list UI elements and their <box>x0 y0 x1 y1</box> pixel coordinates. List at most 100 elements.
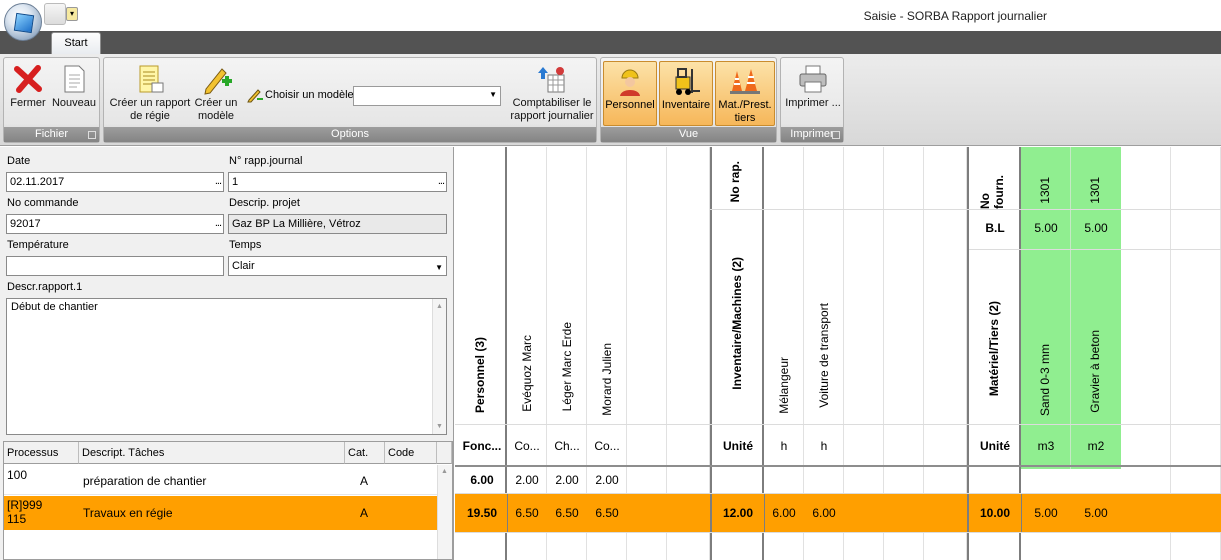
commande-field[interactable]: 92017 ... <box>6 214 224 234</box>
creer-modele-button[interactable]: Créer un modèle <box>194 60 238 128</box>
col-header-code[interactable]: Code <box>385 442 437 464</box>
inventaire-name: Mélangeur <box>777 357 791 414</box>
inventaire-unit: h <box>780 439 788 453</box>
header-bottom-rule <box>455 465 1221 467</box>
ellipsis-button[interactable]: ... <box>438 173 445 189</box>
commande-label: No commande <box>7 197 79 209</box>
comptabiliser-label: Comptabiliser le rapport journalier <box>510 97 594 122</box>
materiel-name: Sand 0-3 mm <box>1038 344 1052 417</box>
inventaire-row2-value[interactable]: 6.00 <box>804 506 844 520</box>
inventaire-view-button[interactable]: Inventaire <box>659 61 713 126</box>
col-header-cat[interactable]: Cat. <box>345 442 385 464</box>
descr-rapport-label: Descr.rapport.1 <box>7 281 83 293</box>
modele-select[interactable]: ▼ <box>353 86 501 106</box>
creer-rapport-label: Créer un rapport de régie <box>109 97 191 122</box>
personnel-row2-value[interactable]: 6.50 <box>587 506 627 520</box>
memo-scrollbar[interactable]: ▲ ▼ <box>432 299 446 434</box>
commande-value: 92017 <box>10 218 41 230</box>
personnel-row1-value[interactable]: 2.00 <box>587 473 627 487</box>
dialog-launcher-icon[interactable] <box>832 131 840 139</box>
cube-icon <box>13 12 35 34</box>
personnel-unit: Co... <box>594 439 620 453</box>
divider <box>710 209 1221 210</box>
descr-rapport-textarea[interactable]: Début de chantier ▲ ▼ <box>6 298 447 435</box>
projet-value: Gaz BP La Millière, Vétroz <box>232 218 361 230</box>
fermer-label: Fermer <box>10 97 46 109</box>
temps-value: Clair <box>232 260 255 272</box>
report-icon <box>134 63 166 95</box>
personnel-row1-value[interactable]: 2.00 <box>547 473 587 487</box>
personnel-unit: Ch... <box>554 439 580 453</box>
fournisseur-no: 1301 <box>1088 177 1102 204</box>
template-pencil-icon <box>247 87 263 103</box>
ellipsis-button[interactable]: ... <box>215 173 222 189</box>
personnel-section-title: Personnel (3) <box>473 337 487 414</box>
mat-prest-view-button[interactable]: Mat./Prest. tiers <box>715 61 775 126</box>
table-row[interactable]: [R]999 115 Travaux en régie A <box>4 496 437 530</box>
inventaire-section-title: Inventaire/Machines (2) <box>730 257 744 390</box>
worker-icon <box>614 65 646 97</box>
bl-value[interactable]: 5.00 <box>1021 221 1071 235</box>
col-header-tache[interactable]: Descript. Tâches <box>79 442 345 464</box>
date-field[interactable]: 02.11.2017 ... <box>6 172 224 192</box>
materiel-unit: m3 <box>1037 439 1055 453</box>
table-row[interactable]: 100 préparation de chantier A <box>4 465 437 495</box>
rapp-journal-field[interactable]: 1 ... <box>228 172 447 192</box>
personnel-row2-value[interactable]: 6.50 <box>547 506 587 520</box>
scroll-up-icon[interactable]: ▲ <box>436 303 443 310</box>
grid-header-corner <box>437 442 452 464</box>
personnel-name: Morard Julien <box>600 343 614 416</box>
inventaire-row2-total: 12.00 <box>722 506 754 520</box>
chevron-down-icon: ▼ <box>489 90 497 99</box>
grid-scrollbar[interactable]: ▲ <box>437 465 452 559</box>
inventaire-row2-value[interactable]: 6.00 <box>764 506 804 520</box>
nouveau-button[interactable]: Nouveau <box>50 60 98 128</box>
materiel-row2-value[interactable]: 5.00 <box>1021 506 1071 520</box>
bl-label: B.L <box>985 221 1005 235</box>
personnel-name: Evéquoz Marc <box>520 335 534 412</box>
fermer-button[interactable]: Fermer <box>7 60 49 128</box>
divider <box>455 424 1221 425</box>
creer-modele-label: Créer un modèle <box>194 97 238 122</box>
ellipsis-button[interactable]: ... <box>215 215 222 231</box>
new-document-icon <box>58 63 90 95</box>
materiel-unit-label: Unité <box>980 439 1010 453</box>
tab-start[interactable]: Start <box>51 32 101 54</box>
comptabiliser-button[interactable]: Comptabiliser le rapport journalier <box>508 60 596 128</box>
ribbon-group-vue: Personnel Inventaire Mat./Prest. tiers V… <box>600 57 777 143</box>
divider <box>455 532 1221 533</box>
personnel-row2-total: 19.50 <box>466 506 498 520</box>
forklift-icon <box>670 65 702 97</box>
imprimer-button[interactable]: Imprimer ... <box>783 60 843 128</box>
dialog-launcher-icon[interactable] <box>88 131 96 139</box>
traffic-cones-icon <box>729 65 761 97</box>
printer-icon <box>797 63 829 95</box>
personnel-view-button[interactable]: Personnel <box>603 61 657 126</box>
nouveau-label: Nouveau <box>51 97 97 109</box>
col-header-processus[interactable]: Processus <box>4 442 79 464</box>
temperature-field[interactable] <box>6 256 224 276</box>
divider <box>969 249 1221 250</box>
bl-value[interactable]: 5.00 <box>1071 221 1121 235</box>
scroll-down-icon[interactable]: ▼ <box>436 423 443 430</box>
temps-select[interactable]: Clair ▼ <box>228 256 447 276</box>
imprimer-label: Imprimer ... <box>785 97 841 109</box>
matrix-selected-row[interactable]: 19.50 6.50 6.50 6.50 12.00 6.00 6.00 10.… <box>455 494 1221 532</box>
temps-label: Temps <box>229 239 262 251</box>
personnel-unit: Co... <box>514 439 540 453</box>
personnel-name: Léger Marc Erde <box>560 322 574 412</box>
scroll-up-icon[interactable]: ▲ <box>441 468 448 475</box>
projet-label: Descrip. projet <box>229 197 300 209</box>
creer-rapport-button[interactable]: Créer un rapport de régie <box>106 60 194 128</box>
processus-cell: [R]999 115 <box>7 498 43 526</box>
chevron-down-icon: ▼ <box>435 263 443 272</box>
mat-prest-label: Mat./Prest. tiers <box>718 99 772 124</box>
app-orb-button[interactable] <box>4 3 42 41</box>
personnel-row2-value[interactable]: 6.50 <box>507 506 547 520</box>
cat-cell: A <box>360 474 369 488</box>
materiel-row2-value[interactable]: 5.00 <box>1071 506 1121 520</box>
inventaire-unit-label: Unité <box>723 439 753 453</box>
personnel-unit-label: Fonc... <box>462 439 502 453</box>
personnel-row1-value[interactable]: 2.00 <box>507 473 547 487</box>
group-caption-options: Options <box>104 127 596 142</box>
